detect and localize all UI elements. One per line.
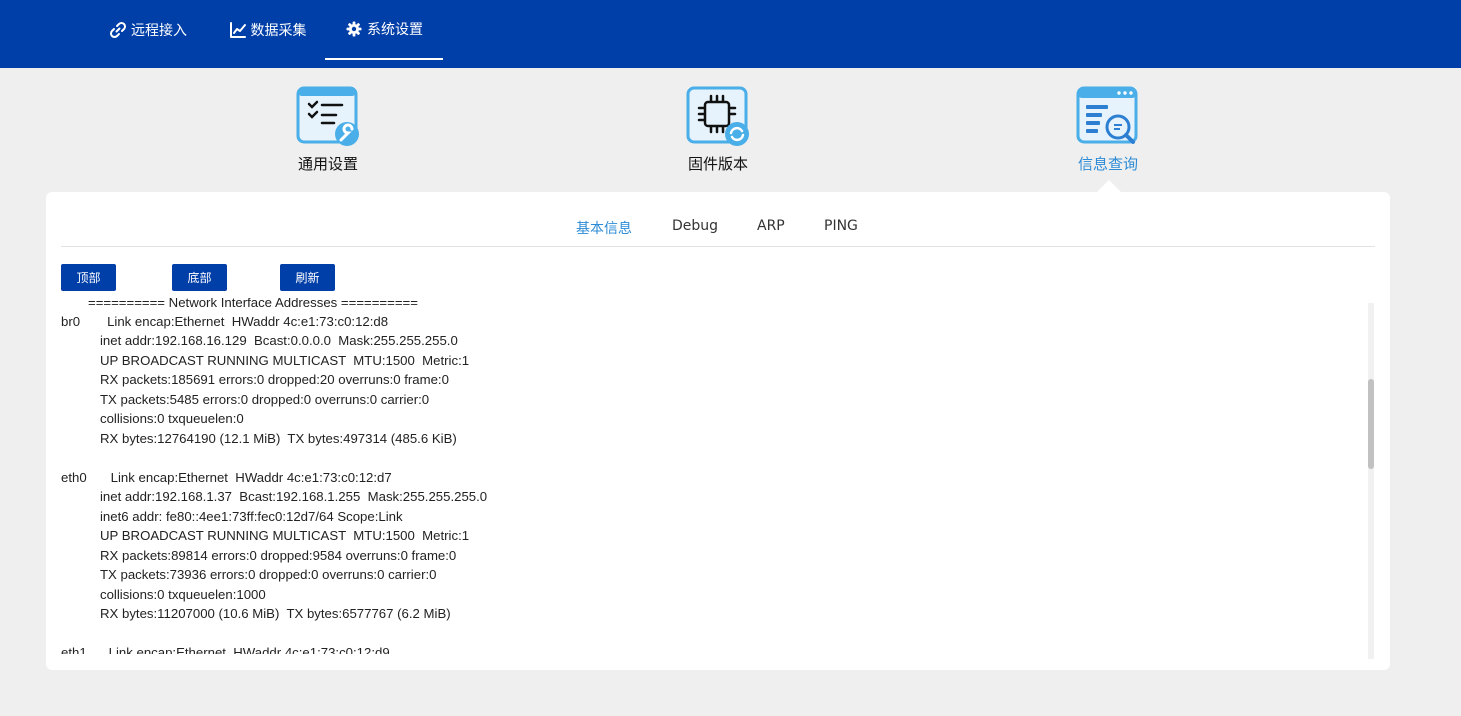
log-line: inet6 addr: fe80::4ee1:73ff:fec0:12d7/64…: [100, 509, 403, 524]
tab-arp[interactable]: ARP: [757, 218, 785, 234]
function-firmware-version[interactable]: 固件版本: [653, 86, 783, 174]
nav-system-settings[interactable]: 系统设置: [325, 0, 443, 60]
nav-data-collection[interactable]: 数据采集: [210, 0, 325, 60]
chip-refresh-icon: [686, 86, 750, 150]
log-line: RX bytes:12764190 (12.1 MiB) TX bytes:49…: [100, 431, 457, 446]
nav-remote-access[interactable]: 远程接入: [93, 0, 203, 60]
top-nav-bar: 远程接入 数据采集 系统设置: [0, 0, 1461, 68]
log-line: UP BROADCAST RUNNING MULTICAST MTU:1500 …: [100, 353, 470, 368]
log-line: inet addr:192.168.1.37 Bcast:192.168.1.2…: [100, 489, 488, 504]
log-line: TX packets:5485 errors:0 dropped:0 overr…: [100, 392, 430, 407]
tab-basic-info[interactable]: 基本信息: [576, 218, 632, 238]
link-icon: [109, 21, 127, 39]
line-chart-icon: [229, 21, 247, 39]
log-header: ========== Network Interface Addresses =…: [88, 298, 418, 310]
log-line: TX packets:73936 errors:0 dropped:0 over…: [100, 567, 437, 582]
function-info-query-label: 信息查询: [1077, 155, 1138, 173]
nav-system-settings-label: 系统设置: [367, 22, 423, 38]
info-panel: 基本信息 Debug ARP PING 顶部 底部 刷新 ========== …: [46, 192, 1390, 670]
log-line-partial: eth1 Link encap:Ethernet HWaddr 4c:e1:73…: [61, 645, 390, 654]
log-line: br0 Link encap:Ethernet HWaddr 4c:e1:73:c…: [61, 314, 389, 329]
scroll-bottom-button[interactable]: 底部: [172, 264, 227, 291]
log-scrollbar[interactable]: [1368, 303, 1374, 659]
refresh-button[interactable]: 刷新: [280, 264, 335, 291]
log-line: RX packets:89814 errors:0 dropped:9584 o…: [100, 548, 457, 563]
log-line: collisions:0 txqueuelen:0: [100, 411, 244, 426]
log-line: UP BROADCAST RUNNING MULTICAST MTU:1500 …: [100, 528, 470, 543]
info-tabs: 基本信息 Debug ARP PING: [61, 210, 1375, 247]
function-info-query[interactable]: 信息查询: [1043, 86, 1173, 174]
nav-remote-access-label: 远程接入: [131, 23, 187, 39]
log-line: eth0 Link encap:Ethernet HWaddr 4c:e1:73:…: [61, 470, 392, 485]
info-log[interactable]: ========== Network Interface Addresses =…: [61, 298, 1361, 654]
log-line: RX packets:185691 errors:0 dropped:20 ov…: [100, 372, 449, 387]
nav-data-collection-label: 数据采集: [250, 23, 307, 39]
settings-checklist-wrench-icon: [296, 86, 360, 150]
log-scrollbar-thumb[interactable]: [1368, 379, 1374, 469]
log-line: RX bytes:11207000 (10.6 MiB) TX bytes:65…: [100, 606, 451, 621]
log-line: inet addr:192.168.16.129 Bcast:0.0.0.0 M…: [100, 333, 458, 348]
function-general-settings[interactable]: 通用设置: [263, 86, 393, 174]
gear-icon: [345, 20, 363, 38]
tab-ping[interactable]: PING: [824, 218, 858, 234]
scroll-top-button[interactable]: 顶部: [61, 264, 116, 291]
document-search-icon: [1076, 86, 1140, 150]
function-firmware-version-label: 固件版本: [687, 155, 748, 173]
function-general-settings-label: 通用设置: [297, 155, 358, 173]
tab-debug[interactable]: Debug: [672, 218, 718, 234]
log-line: collisions:0 txqueuelen:1000: [100, 587, 266, 602]
